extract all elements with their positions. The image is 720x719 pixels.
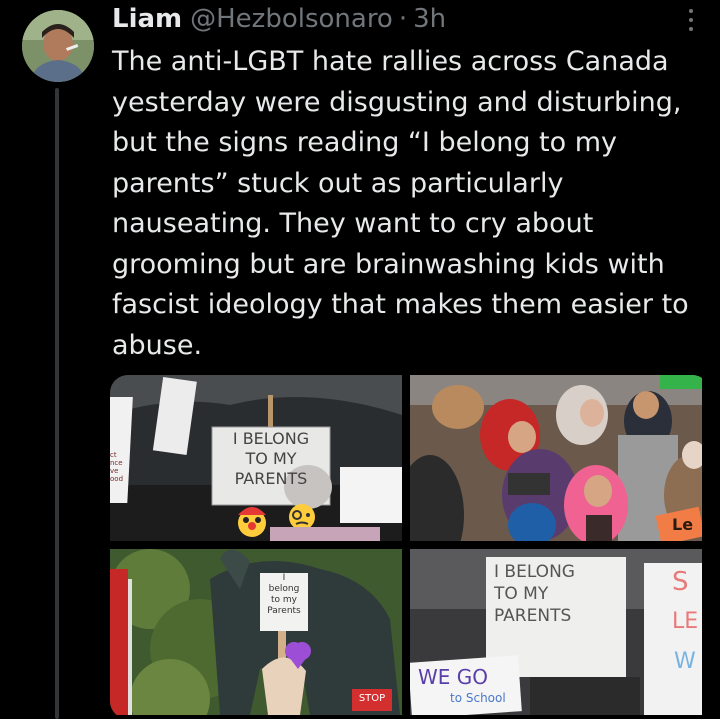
sign-line: I BELONG bbox=[232, 429, 310, 448]
we-go-sign-text: WE GO bbox=[418, 665, 489, 689]
author-avatar[interactable] bbox=[22, 10, 94, 82]
avatar-photo bbox=[22, 10, 94, 82]
right-sign-text-2: LE bbox=[672, 609, 699, 634]
sign-line: ct bbox=[110, 451, 117, 459]
right-sign-text-3: W bbox=[674, 649, 696, 674]
sign-line: Parents bbox=[267, 606, 301, 616]
handwritten-sign-text: I belong to my Parents bbox=[260, 573, 308, 617]
sign-text-i-belong: I BELONG TO MY PARENTS bbox=[214, 429, 328, 489]
parents-sign-text: I BELONG TO MY PARENTS bbox=[490, 561, 626, 627]
photo-rally-sign-1[interactable]: I BELONG TO MY PARENTS ct nce ve ood bbox=[110, 375, 402, 541]
more-options-icon[interactable] bbox=[681, 6, 701, 34]
author-handle[interactable]: @Hezbolsonaro bbox=[190, 4, 393, 34]
sign-line: PARENTS bbox=[494, 606, 572, 626]
author-name[interactable]: Liam bbox=[112, 4, 182, 34]
stop-sign-text: STOP bbox=[358, 693, 386, 704]
right-sign-text: S bbox=[672, 567, 689, 597]
sign-line: belong bbox=[268, 584, 300, 594]
tweet-text: The anti-LGBT hate rallies across Canada… bbox=[112, 46, 689, 361]
tweet-timestamp[interactable]: 3h bbox=[413, 4, 446, 34]
photo-rally-crowd[interactable]: Le bbox=[410, 375, 702, 541]
sign-line: to my bbox=[271, 595, 297, 605]
photo-statue-sign[interactable]: I belong to my Parents STOP bbox=[110, 549, 402, 715]
photo-parents-sign[interactable]: I BELONG TO MY PARENTS WE GO to School S… bbox=[410, 549, 702, 715]
sign-line: I bbox=[282, 573, 286, 583]
we-go-sign-subtext: to School bbox=[450, 691, 506, 705]
sign-line: TO MY bbox=[494, 584, 549, 604]
sign-line: ve bbox=[110, 467, 119, 475]
sign-line: I BELONG bbox=[494, 562, 575, 582]
sign-line: PARENTS bbox=[234, 469, 308, 488]
tweet-header: Liam @Hezbolsonaro · 3h bbox=[112, 4, 446, 38]
thread-line bbox=[55, 88, 59, 719]
left-sign-text: ct nce ve ood bbox=[110, 451, 132, 483]
sign-line: nce bbox=[110, 459, 123, 467]
orange-sign-text: Le bbox=[672, 515, 694, 534]
sign-line: TO MY bbox=[245, 449, 297, 468]
media-grid: I BELONG TO MY PARENTS ct nce ve ood Le … bbox=[110, 375, 710, 719]
sign-line: ood bbox=[110, 475, 124, 483]
header-separator: · bbox=[398, 4, 408, 34]
